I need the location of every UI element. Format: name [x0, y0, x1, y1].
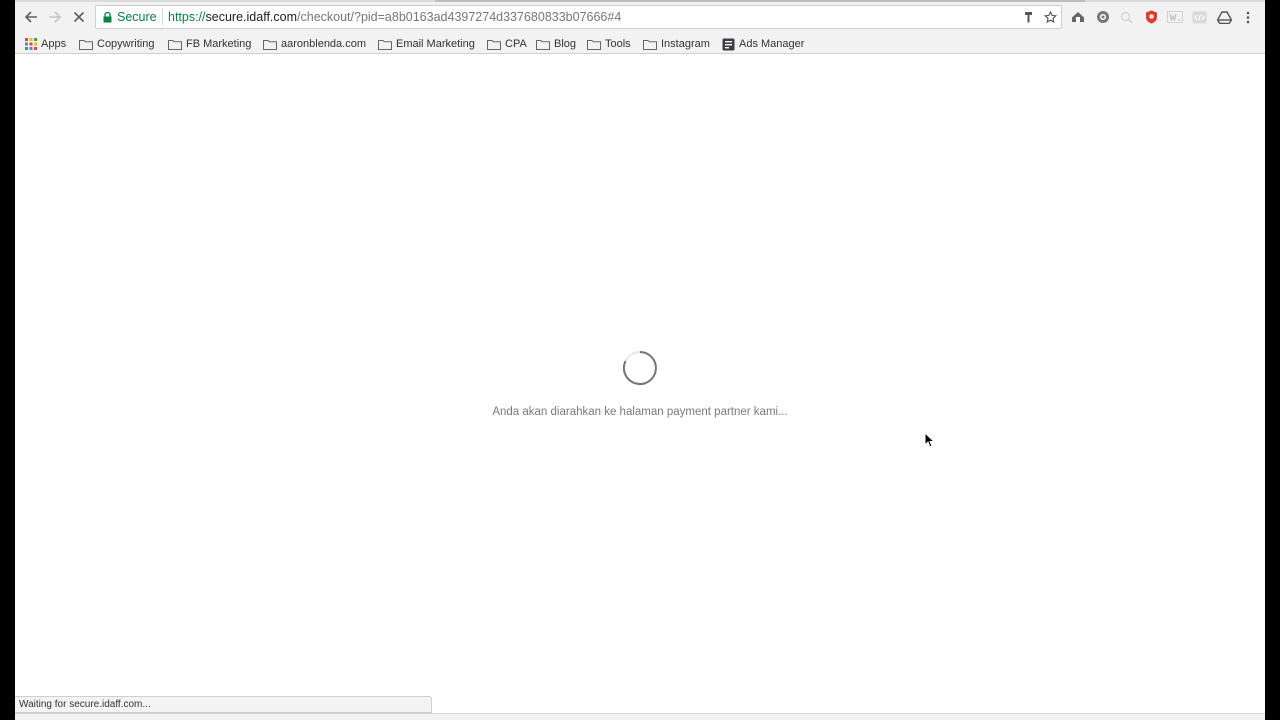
code-icon [1192, 11, 1206, 23]
bookmark-label: Email Marketing [396, 38, 475, 50]
bookmark-apps[interactable]: Apps [25, 34, 66, 54]
address-bar[interactable]: Secure https://secure.idaff.com/checkout… [95, 5, 1062, 29]
window-bottom-edge [15, 713, 1265, 720]
page-content: Anda akan diarahkan ke halaman payment p… [15, 55, 1265, 720]
folder-icon [487, 39, 501, 50]
apps-grid-icon [25, 38, 37, 50]
gauge-icon [1097, 11, 1109, 23]
extension-icon[interactable] [1166, 8, 1184, 26]
folder-icon [587, 39, 601, 50]
stop-loading-button[interactable] [68, 6, 90, 28]
star-icon[interactable] [1042, 9, 1058, 25]
url-path: /checkout/?pid=a8b0163ad4397274d33768083… [297, 10, 622, 24]
url-text[interactable]: https://secure.idaff.com/checkout/?pid=a… [168, 10, 621, 24]
chrome-menu-button[interactable] [1239, 8, 1257, 26]
extension-icon[interactable] [1190, 8, 1208, 26]
cloud-icon [1072, 12, 1084, 22]
arrow-left-icon [24, 11, 37, 23]
active-tab-indicator[interactable] [435, 0, 1085, 2]
wappalyzer-icon [1167, 11, 1183, 23]
browser-window: Secure https://secure.idaff.com/checkout… [15, 0, 1265, 720]
arrow-right-icon [49, 11, 62, 23]
tab-strip [15, 0, 1265, 2]
folder-icon [378, 39, 392, 50]
bookmark-folder-email-marketing[interactable]: Email Marketing [378, 34, 475, 54]
bookmark-folder-tools[interactable]: Tools [587, 34, 631, 54]
url-separator [162, 9, 163, 25]
extension-icon[interactable] [1117, 8, 1135, 26]
extension-icon[interactable] [1069, 8, 1087, 26]
loading-spinner-icon [622, 351, 657, 385]
url-host: secure.idaff.com [205, 10, 298, 24]
back-button[interactable] [20, 6, 42, 28]
url-scheme: https:// [168, 10, 206, 24]
kebab-menu-icon [1246, 11, 1250, 23]
bookmark-label: FB Marketing [186, 38, 252, 50]
bookmark-folder-fb-marketing[interactable]: FB Marketing [168, 34, 251, 54]
bookmark-label: CPA [505, 38, 527, 50]
security-label[interactable]: Secure [117, 10, 157, 24]
bookmark-ads-manager[interactable]: Ads Manager [722, 34, 804, 54]
bookmark-label: Blog [554, 38, 577, 50]
bookmark-folder-copywriting[interactable]: Copywriting [79, 34, 154, 54]
key-icon[interactable] [1020, 9, 1036, 25]
folder-icon [263, 39, 277, 50]
forward-button[interactable] [44, 6, 66, 28]
lock-icon [103, 12, 112, 23]
ads-manager-icon [722, 38, 735, 50]
bookmark-folder-aaronblenda[interactable]: aaronblenda.com [263, 34, 366, 54]
bookmark-label: Tools [605, 38, 631, 50]
extension-icon[interactable] [1094, 8, 1112, 26]
mouse-cursor-icon [924, 432, 935, 448]
bookmark-folder-instagram[interactable]: Instagram [643, 34, 710, 54]
folder-icon [168, 39, 182, 50]
folder-icon [643, 39, 657, 50]
bookmark-folder-cpa[interactable]: CPA [487, 34, 527, 54]
shield-icon [1145, 10, 1157, 24]
bookmark-folder-blog[interactable]: Blog [536, 34, 576, 54]
extension-icon[interactable] [1142, 8, 1160, 26]
drive-icon [1216, 10, 1232, 24]
bookmark-label: Apps [41, 38, 67, 50]
bookmark-label: Copywriting [97, 38, 155, 50]
browser-toolbar: Secure https://secure.idaff.com/checkout… [15, 0, 1265, 34]
extension-icon[interactable] [1215, 8, 1233, 26]
folder-icon [536, 39, 550, 50]
bookmark-label: Instagram [661, 38, 710, 50]
bookmark-label: Ads Manager [739, 38, 805, 50]
status-text: Waiting for secure.idaff.com... [19, 699, 151, 710]
bookmark-label: aaronblenda.com [281, 38, 367, 50]
folder-icon [79, 39, 93, 50]
close-icon [73, 11, 85, 23]
magnifier-icon [1120, 11, 1133, 24]
status-bubble: Waiting for secure.idaff.com... [15, 696, 432, 713]
redirect-message: Anda akan diarahkan ke halaman payment p… [492, 406, 788, 418]
bookmarks-bar: Apps Copywriting FB Marketing aaronblend… [15, 34, 1265, 54]
